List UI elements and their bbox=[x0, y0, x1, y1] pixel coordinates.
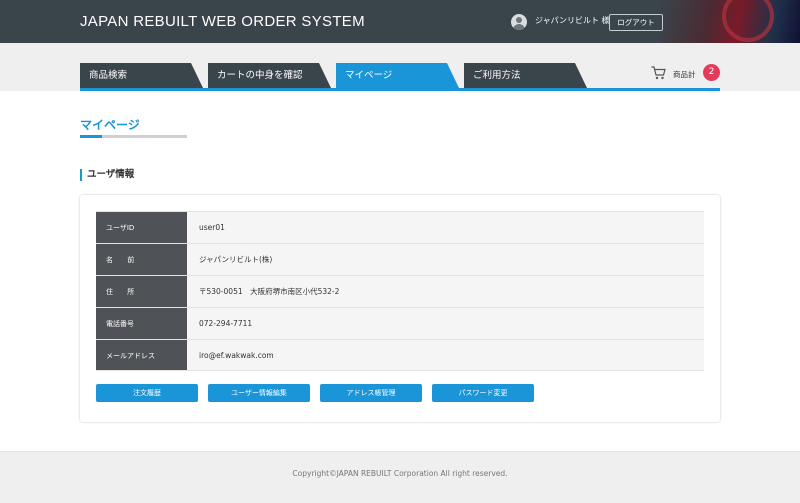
cart-total-label[interactable]: 商品計 bbox=[673, 69, 696, 80]
row-value: 072-294-7711 bbox=[187, 308, 704, 339]
user-name: ジャパンリビルト 様 bbox=[535, 16, 610, 25]
table-row: 名 前 ジャパンリビルト(株) bbox=[96, 243, 704, 275]
logout-button[interactable]: ログアウト bbox=[609, 14, 663, 31]
row-label: 住 所 bbox=[96, 276, 187, 307]
tab-cart[interactable]: カートの中身を確認 bbox=[208, 63, 331, 88]
address-book-button[interactable]: アドレス帳管理 bbox=[320, 384, 422, 402]
change-password-button[interactable]: パスワード変更 bbox=[432, 384, 534, 402]
tab-how-to-use[interactable]: ご利用方法 bbox=[464, 63, 587, 88]
row-value: ジャパンリビルト(株) bbox=[187, 244, 704, 275]
copyright-text: Copyright©JAPAN REBUILT Corporation All … bbox=[292, 469, 508, 478]
section-title: ユーザ情報 bbox=[80, 169, 134, 181]
row-label: メールアドレス bbox=[96, 340, 187, 370]
cart-count-badge: 2 bbox=[703, 64, 720, 81]
table-row: メールアドレス iro@ef.wakwak.com bbox=[96, 339, 704, 371]
top-header: JAPAN REBUILT WEB ORDER SYSTEM ジャパンリビルト … bbox=[0, 0, 800, 43]
user-avatar-icon bbox=[511, 14, 527, 30]
user-info-table: ユーザID user01 名 前 ジャパンリビルト(株) 住 所 〒530-00… bbox=[96, 211, 704, 371]
table-row: 電話番号 072-294-7711 bbox=[96, 307, 704, 339]
header-decoration-image bbox=[660, 0, 800, 43]
table-row: ユーザID user01 bbox=[96, 211, 704, 243]
nav-underline bbox=[80, 88, 720, 91]
footer: Copyright©JAPAN REBUILT Corporation All … bbox=[0, 451, 800, 503]
table-row: 住 所 〒530-0051 大阪府堺市南区小代532-2 bbox=[96, 275, 704, 307]
row-label: ユーザID bbox=[96, 212, 187, 243]
row-value: 〒530-0051 大阪府堺市南区小代532-2 bbox=[187, 276, 704, 307]
edit-user-info-button[interactable]: ユーザー情報編集 bbox=[208, 384, 310, 402]
brand-title: JAPAN REBUILT WEB ORDER SYSTEM bbox=[80, 13, 365, 30]
row-label: 電話番号 bbox=[96, 308, 187, 339]
tab-product-search[interactable]: 商品検索 bbox=[80, 63, 203, 88]
wheel-graphic bbox=[722, 0, 774, 42]
row-label: 名 前 bbox=[96, 244, 187, 275]
order-history-button[interactable]: 注文履歴 bbox=[96, 384, 198, 402]
title-underline-accent bbox=[80, 135, 102, 138]
row-value: user01 bbox=[187, 212, 704, 243]
tab-mypage[interactable]: マイページ bbox=[336, 63, 459, 88]
row-value: iro@ef.wakwak.com bbox=[187, 340, 704, 370]
cart-icon[interactable] bbox=[651, 66, 666, 80]
page-title: マイページ bbox=[80, 118, 140, 132]
